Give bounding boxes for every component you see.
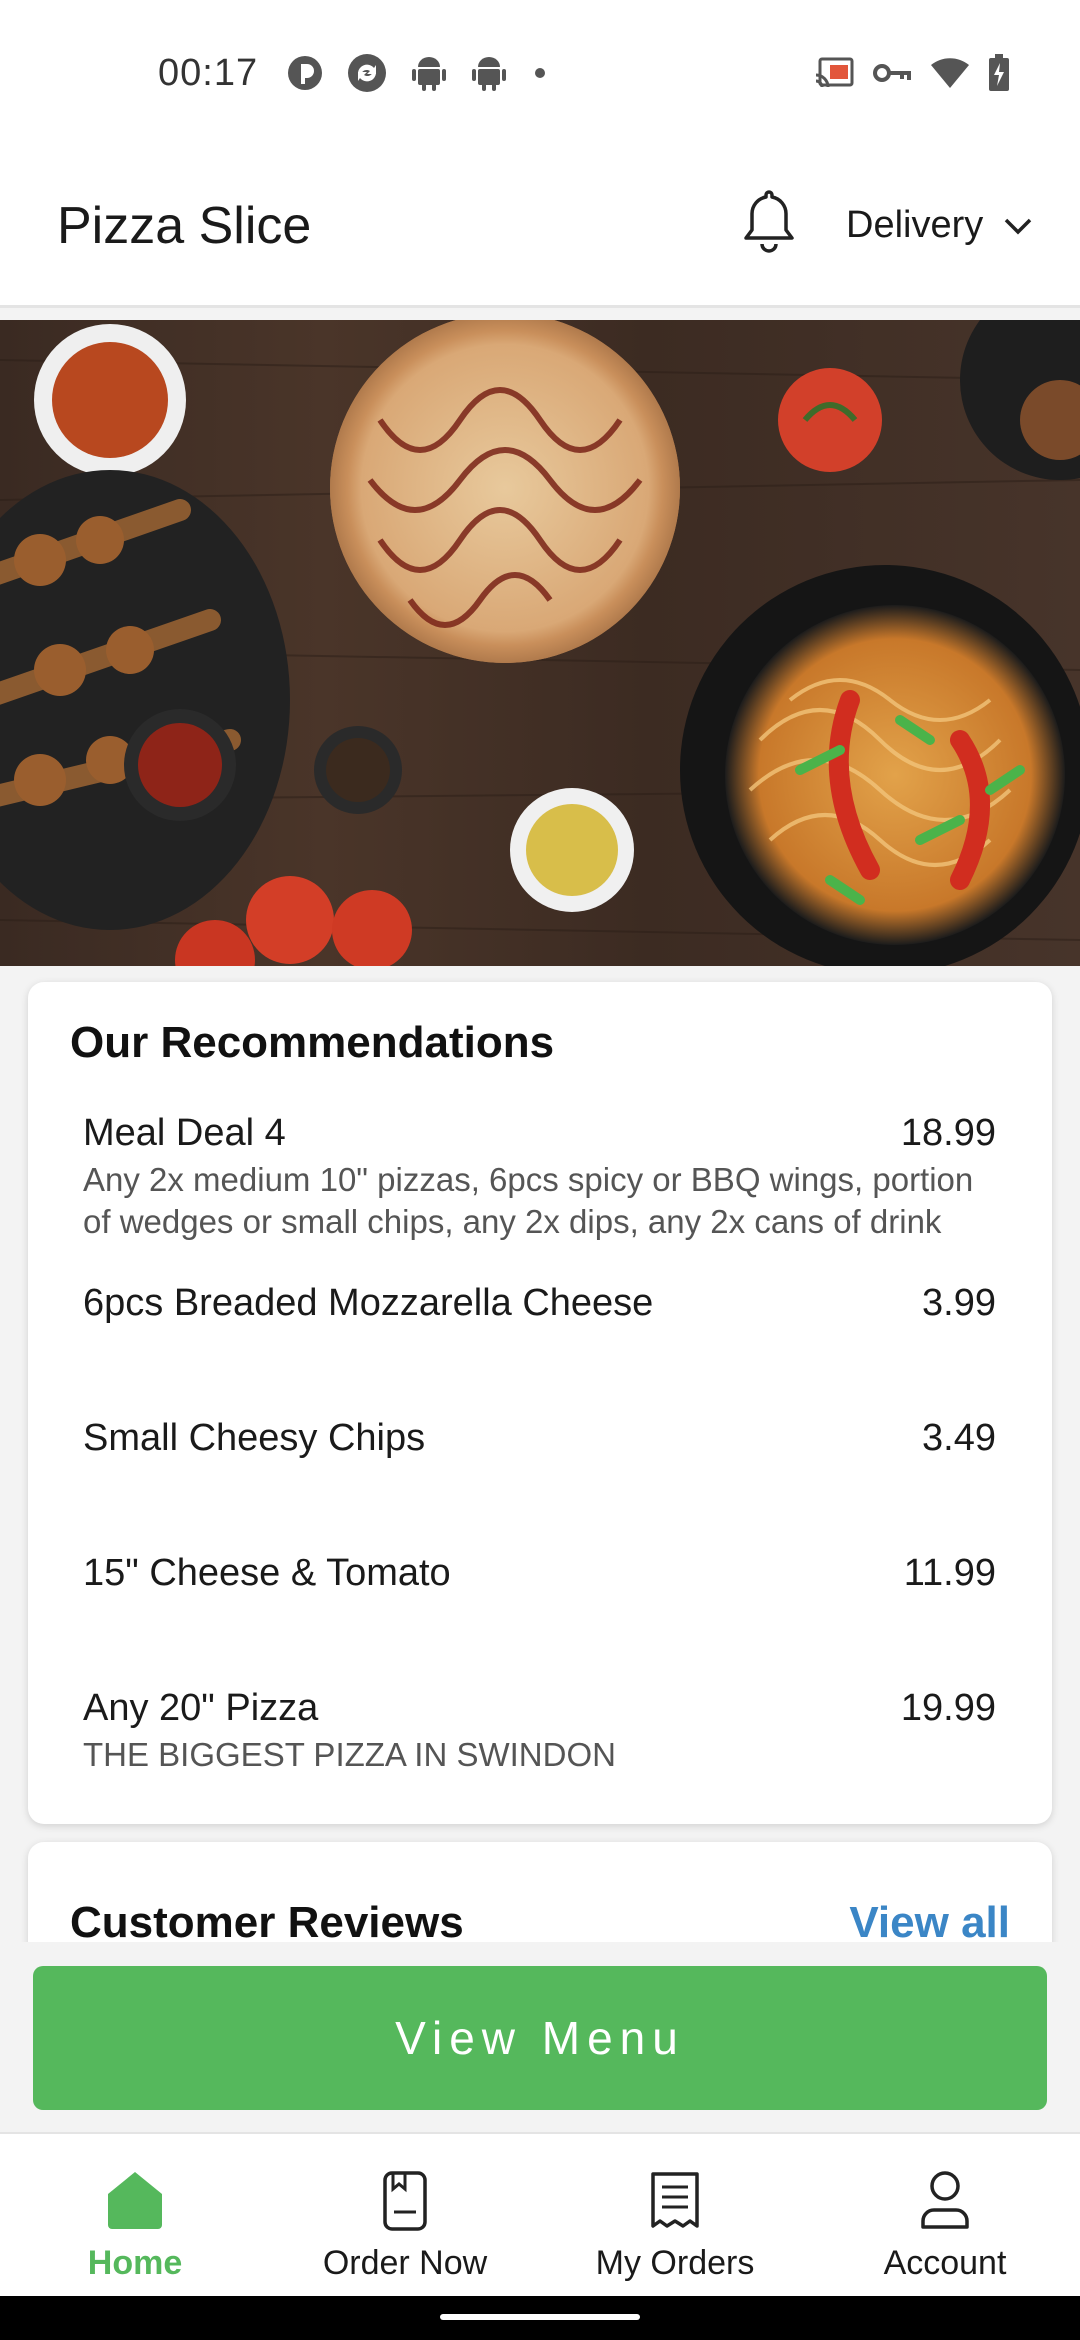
recommendation-item[interactable]: Small Cheesy Chips 3.49 xyxy=(83,1417,996,1460)
item-name: Meal Deal 4 xyxy=(83,1112,286,1154)
nav-label: Order Now xyxy=(322,2244,488,2282)
pocket-casts-icon xyxy=(288,56,322,90)
item-name: 6pcs Breaded Mozzarella Cheese xyxy=(83,1282,654,1324)
vpn-key-icon xyxy=(873,64,911,82)
receipt-icon xyxy=(651,2172,699,2228)
nav-item-my-orders[interactable]: My Orders xyxy=(540,2134,810,2298)
item-price: 11.99 xyxy=(903,1552,996,1594)
item-name: 15" Cheese & Tomato xyxy=(83,1552,451,1594)
chevron-down-icon xyxy=(1005,218,1032,234)
dot-icon xyxy=(535,68,545,78)
item-price: 3.49 xyxy=(922,1417,996,1459)
bell-icon[interactable] xyxy=(740,186,798,258)
view-menu-button[interactable]: View Menu xyxy=(33,1966,1047,2110)
status-bar: 00:17 xyxy=(0,0,1080,150)
recommendation-item[interactable]: 6pcs Breaded Mozzarella Cheese 3.99 xyxy=(83,1282,996,1325)
cast-icon xyxy=(815,57,854,88)
nav-label: Home xyxy=(87,2244,183,2282)
nav-item-home[interactable]: Home xyxy=(0,2134,270,2298)
home-icon xyxy=(108,2172,162,2229)
order-icon xyxy=(383,2171,427,2231)
recommendations-card: Our Recommendations Meal Deal 4 18.99 An… xyxy=(28,982,1052,1824)
item-description: Any 2x medium 10" pizzas, 6pcs spicy or … xyxy=(83,1161,974,1240)
gesture-bar xyxy=(0,2296,1080,2340)
item-price: 18.99 xyxy=(900,1112,996,1154)
nav-label: My Orders xyxy=(595,2244,755,2282)
item-name: Small Cheesy Chips xyxy=(83,1417,426,1459)
recommendation-item[interactable]: 15" Cheese & Tomato 11.99 xyxy=(83,1552,996,1595)
gesture-handle[interactable] xyxy=(440,2314,640,2320)
recommendations-title: Our Recommendations xyxy=(70,1018,555,1067)
item-description: THE BIGGEST PIZZA IN SWINDON xyxy=(83,1736,616,1773)
recommendation-item[interactable]: Any 20" Pizza 19.99 THE BIGGEST PIZZA IN… xyxy=(83,1687,996,1776)
android-icon xyxy=(412,57,446,91)
hero-banner xyxy=(0,320,1080,966)
app-header: Pizza Slice Delivery xyxy=(0,150,1080,308)
reviews-title: Customer Reviews xyxy=(70,1898,464,1947)
app-title: Pizza Slice xyxy=(57,197,312,255)
android-icon xyxy=(472,57,506,91)
item-name: Any 20" Pizza xyxy=(83,1687,319,1729)
cta-zone: View Menu xyxy=(0,1942,1080,2130)
bottom-nav: Home Order Now My Orders Account xyxy=(0,2132,1080,2296)
food-banner-image xyxy=(0,320,1080,966)
status-time: 00:17 xyxy=(158,52,259,94)
delivery-selector[interactable]: Delivery xyxy=(846,204,1033,247)
view-all-link[interactable]: View all xyxy=(849,1898,1010,1948)
delivery-label: Delivery xyxy=(846,204,984,246)
wifi-icon xyxy=(931,58,969,88)
battery-icon xyxy=(989,54,1009,91)
item-price: 3.99 xyxy=(922,1282,996,1324)
item-price: 19.99 xyxy=(900,1687,996,1729)
status-left-icons xyxy=(286,52,550,94)
status-right-icons xyxy=(814,54,1010,92)
nav-item-account[interactable]: Account xyxy=(810,2134,1080,2298)
sync-app-icon xyxy=(348,54,386,92)
person-icon xyxy=(921,2171,969,2229)
nav-label: Account xyxy=(883,2244,1007,2282)
nav-item-order-now[interactable]: Order Now xyxy=(270,2134,540,2298)
recommendation-item[interactable]: Meal Deal 4 18.99 Any 2x medium 10" pizz… xyxy=(83,1112,996,1243)
